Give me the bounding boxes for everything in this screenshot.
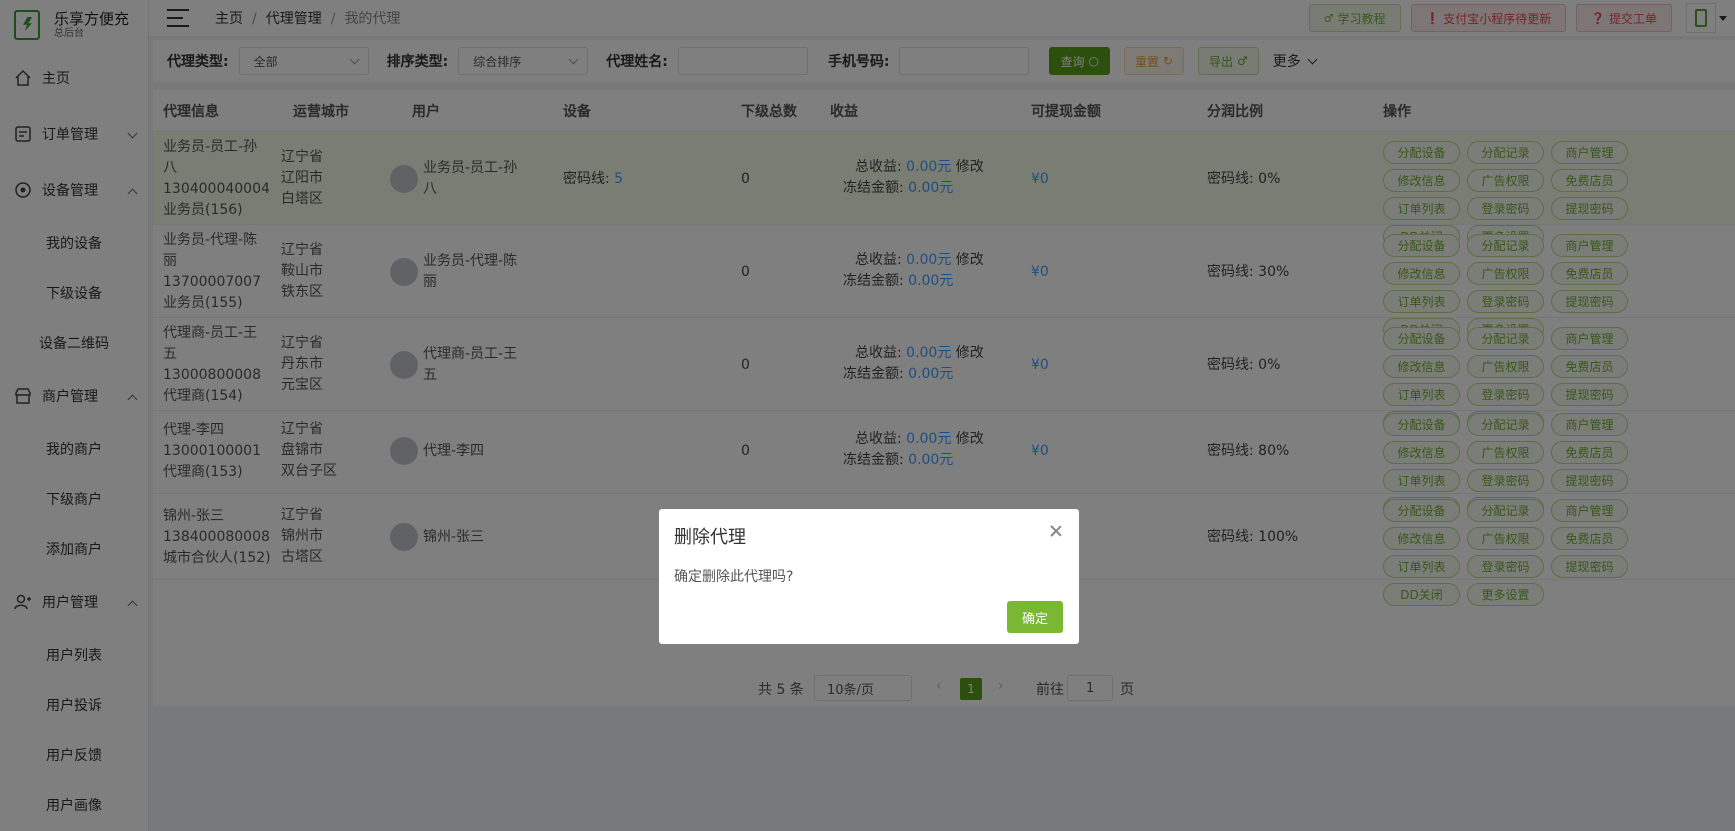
dialog-title: 删除代理 bbox=[674, 527, 746, 548]
delete-agent-dialog: 删除代理 确定删除此代理吗? 确定 bbox=[659, 509, 1079, 644]
confirm-button[interactable]: 确定 bbox=[1007, 601, 1063, 633]
dialog-message: 确定删除此代理吗? bbox=[674, 569, 794, 585]
modal-overlay[interactable] bbox=[0, 0, 1735, 831]
close-icon[interactable] bbox=[1049, 524, 1063, 538]
app-root: 乐享方便充 总后台 主页 订单管理 设备管理 我的设备 下级设备 设备二维码 商… bbox=[0, 0, 1735, 831]
